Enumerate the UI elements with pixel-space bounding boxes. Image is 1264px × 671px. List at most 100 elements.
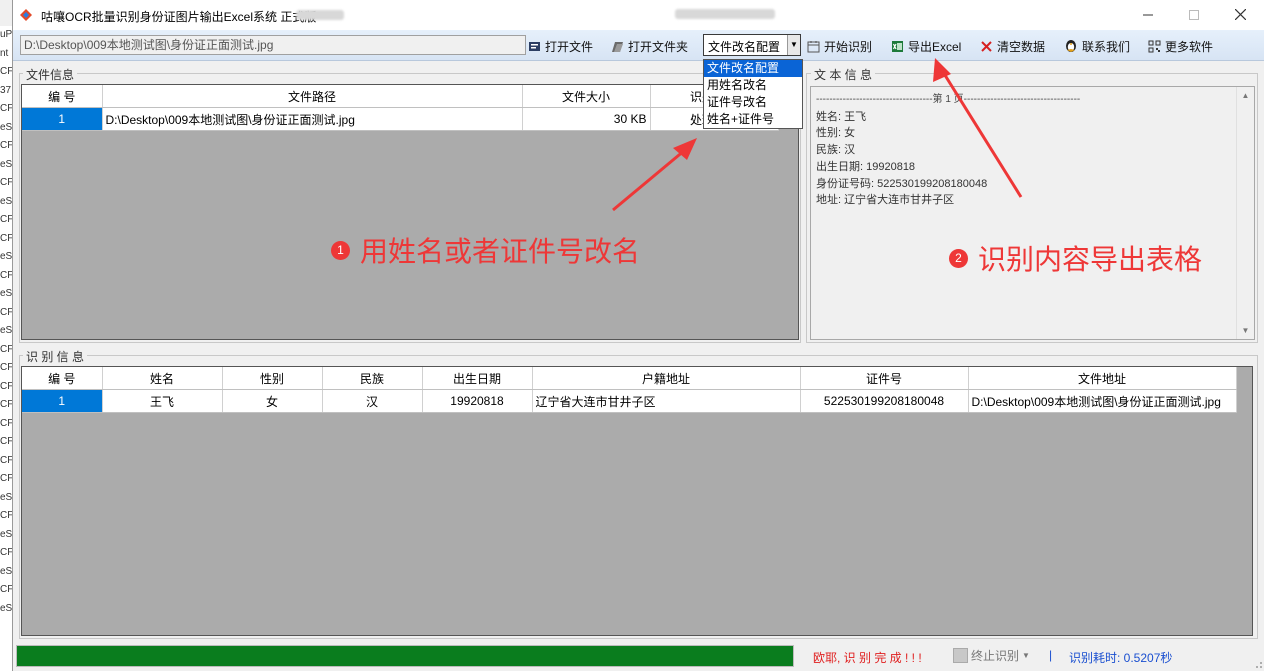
- maximize-icon: [1189, 10, 1199, 20]
- open-folder-button[interactable]: 打开文件夹: [611, 37, 688, 55]
- id-number-cell[interactable]: 522530199208180048: [800, 389, 969, 413]
- qq-penguin-icon: [1066, 40, 1076, 52]
- app-logo-icon: [20, 9, 32, 21]
- elapsed-time: 识别耗时: 0.5207秒: [1069, 651, 1173, 665]
- chevron-down-icon[interactable]: ▼: [1022, 651, 1030, 660]
- chevron-down-icon[interactable]: ▼: [787, 35, 800, 55]
- stop-checkbox-icon: [953, 648, 968, 663]
- column-header[interactable]: 证件号: [800, 367, 969, 390]
- file-path-cell[interactable]: D:\Desktop\009本地测试图\身份证正面测试.jpg: [102, 107, 523, 131]
- text-info-box[interactable]: -----------------------------------第 1 页…: [810, 86, 1255, 340]
- table-row[interactable]: 1 D:\Desktop\009本地测试图\身份证正面测试.jpg 30 KB …: [22, 107, 779, 131]
- clear-x-icon: [981, 40, 992, 52]
- more-software-button[interactable]: 更多软件: [1148, 37, 1213, 55]
- calendar-icon: [807, 40, 820, 52]
- annotation-export: 2 识别内容导出表格: [949, 238, 1202, 278]
- excel-icon: [892, 40, 903, 52]
- address-cell[interactable]: 辽宁省大连市甘井子区: [532, 389, 801, 413]
- column-header[interactable]: 性别: [222, 367, 323, 390]
- page-header: -----------------------------------第 1 页…: [816, 94, 1081, 105]
- row-number[interactable]: 1: [22, 389, 103, 413]
- clear-data-label: 清空数据: [997, 39, 1046, 54]
- open-folder-icon: [612, 41, 623, 52]
- redacted-text: [675, 9, 775, 19]
- status-separator: |: [1049, 648, 1053, 662]
- rename-options-dropdown: 文件改名配置 用姓名改名 证件号改名 姓名+证件号: [703, 59, 803, 129]
- rename-option[interactable]: 文件改名配置: [704, 60, 802, 77]
- column-header[interactable]: 文件路径: [102, 85, 523, 108]
- column-header[interactable]: 编 号: [22, 367, 103, 390]
- file-info-grid: 编 号 文件路径 文件大小 识别状态 1 D:\Desktop\009本地测试图…: [21, 84, 799, 340]
- open-file-button[interactable]: 打开文件: [528, 37, 593, 55]
- column-header[interactable]: 文件地址: [968, 367, 1237, 390]
- column-header[interactable]: 户籍地址: [532, 367, 801, 390]
- resize-grip-icon[interactable]: [1253, 659, 1263, 669]
- rename-config-value: 文件改名配置: [708, 40, 781, 54]
- open-file-label: 打开文件: [545, 39, 594, 54]
- column-header[interactable]: 民族: [322, 367, 423, 390]
- annotation-number: 1: [331, 240, 350, 260]
- table-header-row: 编 号 文件路径 文件大小 识别状态: [22, 85, 779, 108]
- text-line: 民族: 汉: [816, 144, 856, 157]
- progress-fill: [17, 646, 793, 666]
- vertical-scrollbar[interactable]: ▲ ▼: [1236, 87, 1254, 339]
- redacted-text: [296, 10, 344, 20]
- toolbar: 打开文件 打开文件夹 文件改名配置 ▼ 开始识别 导出Excel 清空数据 联系…: [13, 30, 1264, 61]
- text-line: 地址: 辽宁省大连市甘井子区: [816, 194, 955, 207]
- rename-option[interactable]: 证件号改名: [704, 94, 802, 111]
- stop-recognition-label: 终止识别: [971, 649, 1020, 663]
- start-recognition-label: 开始识别: [824, 39, 873, 54]
- birth-date-cell[interactable]: 19920818: [422, 389, 533, 413]
- close-icon: [1234, 8, 1246, 21]
- contact-us-label: 联系我们: [1082, 39, 1131, 54]
- annotation-text: 用姓名或者证件号改名: [360, 236, 641, 267]
- clear-data-button[interactable]: 清空数据: [980, 37, 1045, 55]
- file-address-cell[interactable]: D:\Desktop\009本地测试图\身份证正面测试.jpg: [968, 389, 1237, 413]
- annotation-text: 识别内容导出表格: [978, 244, 1203, 275]
- rename-option[interactable]: 用姓名改名: [704, 77, 802, 94]
- recog-info-grid: 编 号 姓名 性别 民族 出生日期 户籍地址 证件号 文件地址 1 王飞 女 汉…: [21, 366, 1253, 636]
- name-cell[interactable]: 王飞: [102, 389, 223, 413]
- minimize-button[interactable]: [1125, 0, 1171, 30]
- column-header[interactable]: 编 号: [22, 85, 103, 108]
- rename-option[interactable]: 姓名+证件号: [704, 111, 802, 128]
- annotation-rename: 1 用姓名或者证件号改名: [331, 230, 640, 270]
- status-bar: 欧耶, 识 别 完 成 ! ! ! 终止识别 ▼ | 识别耗时: 0.5207秒: [13, 640, 1264, 671]
- close-button[interactable]: [1217, 0, 1263, 30]
- text-line: 姓名: 王飞: [816, 110, 867, 123]
- column-header[interactable]: 文件大小: [522, 85, 651, 108]
- window-title: 咕嚷OCR批量识别身份证图片输出Excel系统 正式版: [41, 10, 317, 24]
- maximize-button[interactable]: [1171, 0, 1217, 30]
- contact-us-button[interactable]: 联系我们: [1064, 37, 1130, 55]
- ethnicity-cell[interactable]: 汉: [322, 389, 423, 413]
- column-header[interactable]: 出生日期: [422, 367, 533, 390]
- open-file-icon: [529, 41, 540, 51]
- text-line: 出生日期: 19920818: [816, 160, 916, 173]
- rename-config-select[interactable]: 文件改名配置 ▼: [703, 34, 801, 56]
- scroll-up-icon[interactable]: ▲: [1237, 87, 1254, 104]
- row-number[interactable]: 1: [22, 107, 103, 131]
- text-line: 性别: 女: [816, 127, 856, 140]
- file-size-cell[interactable]: 30 KB: [522, 107, 651, 131]
- file-info-label: 文件信息: [23, 66, 78, 83]
- text-line: 身份证号码: 522530199208180048: [816, 177, 988, 190]
- start-recognition-button[interactable]: 开始识别: [807, 37, 872, 55]
- file-path-input[interactable]: [20, 35, 526, 55]
- annotation-number: 2: [949, 248, 968, 268]
- minimize-icon: [1143, 14, 1153, 16]
- recog-info-label: 识 别 信 息: [23, 348, 88, 365]
- table-header-row: 编 号 姓名 性别 民族 出生日期 户籍地址 证件号 文件地址: [22, 367, 1237, 390]
- title-bar: 咕嚷OCR批量识别身份证图片输出Excel系统 正式版: [13, 0, 1264, 30]
- app-window: 咕嚷OCR批量识别身份证图片输出Excel系统 正式版 打开文件 打开文件夹 文…: [12, 0, 1264, 671]
- gender-cell[interactable]: 女: [222, 389, 323, 413]
- scroll-down-icon[interactable]: ▼: [1237, 322, 1254, 339]
- export-excel-button[interactable]: 导出Excel: [891, 37, 961, 55]
- text-info-label: 文 本 信 息: [811, 66, 876, 83]
- open-folder-label: 打开文件夹: [628, 39, 689, 54]
- qrcode-icon: [1148, 40, 1161, 52]
- stop-recognition-button[interactable]: 终止识别 ▼: [953, 647, 1030, 664]
- export-excel-label: 导出Excel: [908, 39, 962, 54]
- progress-bar: [16, 645, 794, 667]
- table-row[interactable]: 1 王飞 女 汉 19920818 辽宁省大连市甘井子区 52253019920…: [22, 389, 1237, 413]
- column-header[interactable]: 姓名: [102, 367, 223, 390]
